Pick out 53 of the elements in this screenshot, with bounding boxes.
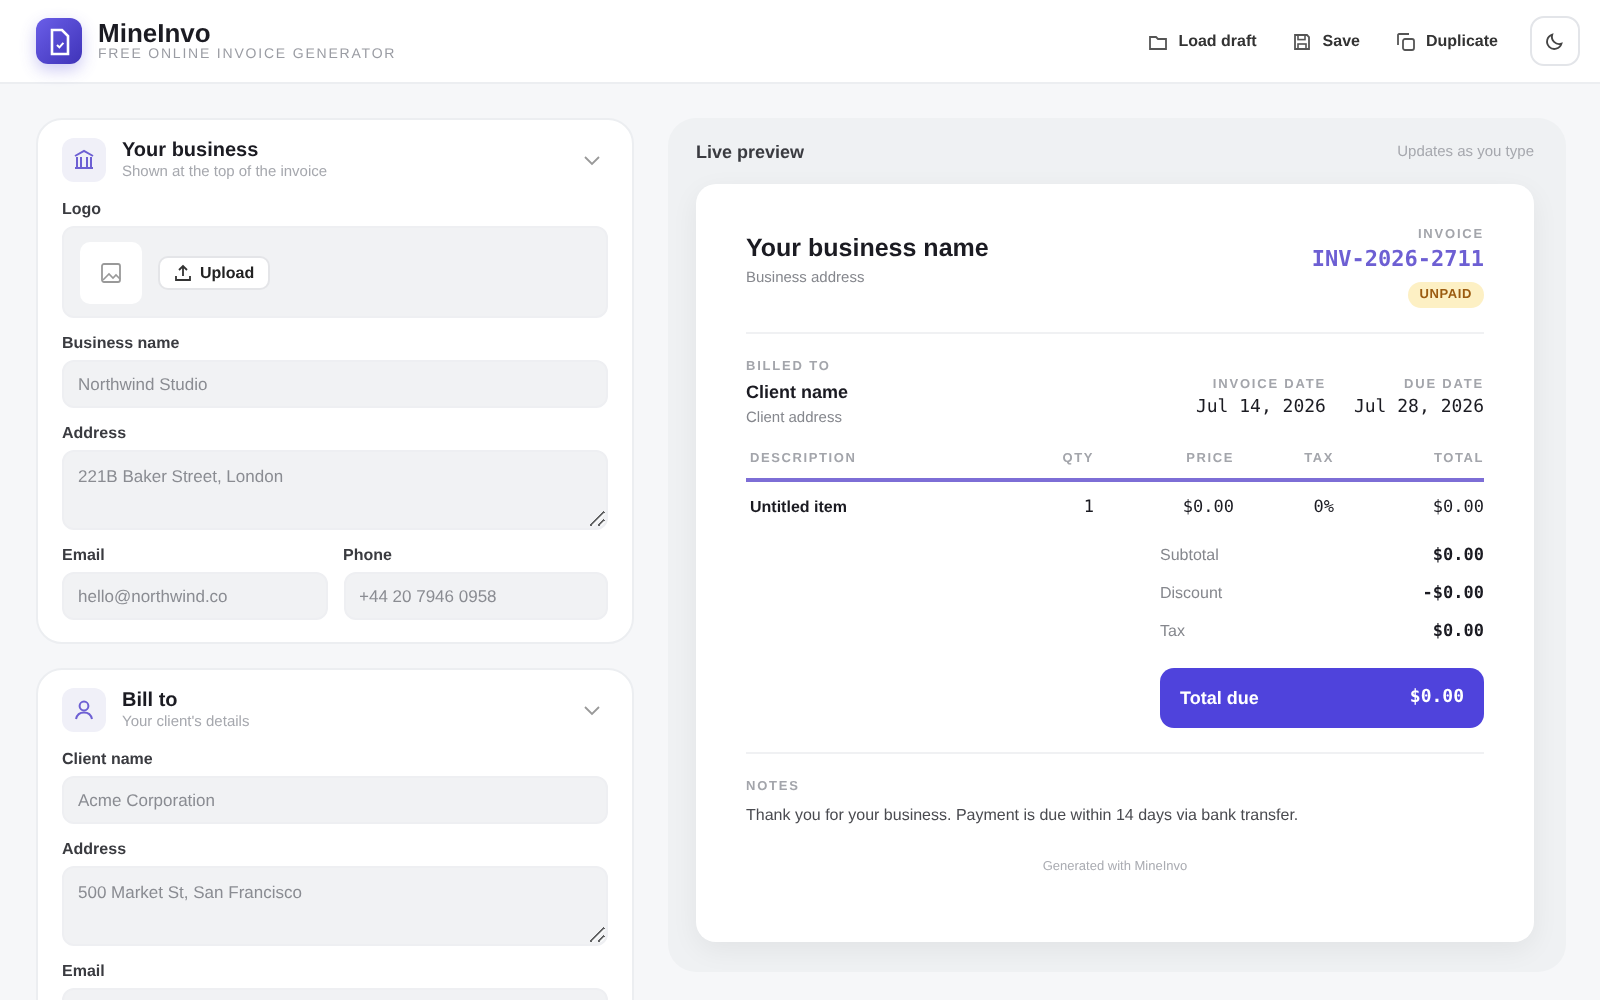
section-title: Your business bbox=[122, 140, 261, 162]
section-title: Bill to bbox=[122, 690, 180, 712]
total-label: Discount bbox=[1160, 584, 1223, 606]
upload-icon bbox=[174, 263, 192, 281]
total-value: $0.00 bbox=[1432, 622, 1484, 646]
input-field[interactable]: Acme Corporation bbox=[62, 776, 608, 824]
duplicate-button[interactable]: Duplicate bbox=[1383, 23, 1510, 59]
chevron-down-icon[interactable] bbox=[584, 705, 600, 715]
field-label: Address bbox=[62, 424, 129, 442]
dark-mode-toggle[interactable] bbox=[1530, 16, 1580, 66]
table-cell-text: 0% bbox=[1311, 498, 1334, 518]
client-name: Client name bbox=[746, 382, 849, 402]
panel-title: Live preview bbox=[696, 141, 805, 161]
logo-dropzone[interactable]: Upload bbox=[62, 226, 608, 318]
total-label: Subtotal bbox=[1160, 546, 1219, 568]
input-field[interactable]: hello@northwind.co bbox=[62, 572, 327, 620]
total-due-label: Total due bbox=[1180, 688, 1259, 708]
field-label: Phone bbox=[343, 546, 394, 564]
table-cell-text: $0.00 bbox=[1430, 498, 1484, 518]
business-name: Your business name bbox=[746, 234, 989, 262]
total-value: $0.00 bbox=[1432, 546, 1484, 570]
text-area[interactable]: 500 Market St, San Francisco bbox=[62, 866, 608, 946]
total-due-value: $0.00 bbox=[1409, 688, 1464, 708]
image-icon bbox=[100, 261, 122, 283]
table-cell-text: 1 bbox=[1081, 498, 1094, 518]
person-icon bbox=[62, 688, 106, 732]
moon-icon bbox=[1544, 30, 1566, 52]
load-draft-button[interactable]: Load draft bbox=[1136, 23, 1269, 59]
input-field[interactable]: Northwind Studio bbox=[62, 360, 608, 408]
building-icon bbox=[62, 138, 106, 182]
table-cell-text: Untitled item bbox=[750, 498, 849, 518]
save-button[interactable]: Save bbox=[1280, 23, 1372, 59]
date-value: Jul 28, 2026 bbox=[1353, 398, 1484, 418]
field-label: Email bbox=[62, 546, 107, 564]
text-area[interactable]: 221B Baker Street, London bbox=[62, 450, 608, 530]
field-label: Business name bbox=[62, 334, 182, 352]
field-label: Email bbox=[62, 962, 107, 980]
invoice-number: INV-2026-2711 bbox=[1311, 246, 1484, 272]
total-label: Tax bbox=[1160, 622, 1185, 644]
total-value: -$0.00 bbox=[1422, 584, 1484, 608]
input-field[interactable]: +44 20 7946 0958 bbox=[343, 572, 608, 620]
folder-icon bbox=[1148, 31, 1169, 51]
field-label: Logo bbox=[62, 200, 104, 218]
field-label: Client name bbox=[62, 750, 155, 768]
copy-icon bbox=[1395, 31, 1416, 51]
chevron-down-icon[interactable] bbox=[584, 155, 600, 165]
app-logo-icon bbox=[36, 18, 82, 64]
app-name: MineInvo bbox=[98, 20, 213, 48]
field-label: Address bbox=[62, 840, 129, 858]
notes-text: Thank you for your business. Payment is due within 14 days via bank transfer. bbox=[746, 806, 1301, 824]
date-value: Jul 14, 2026 bbox=[1195, 398, 1326, 418]
table-cell-text: $0.00 bbox=[1180, 498, 1234, 518]
upload-button[interactable]: Upload bbox=[158, 255, 271, 289]
